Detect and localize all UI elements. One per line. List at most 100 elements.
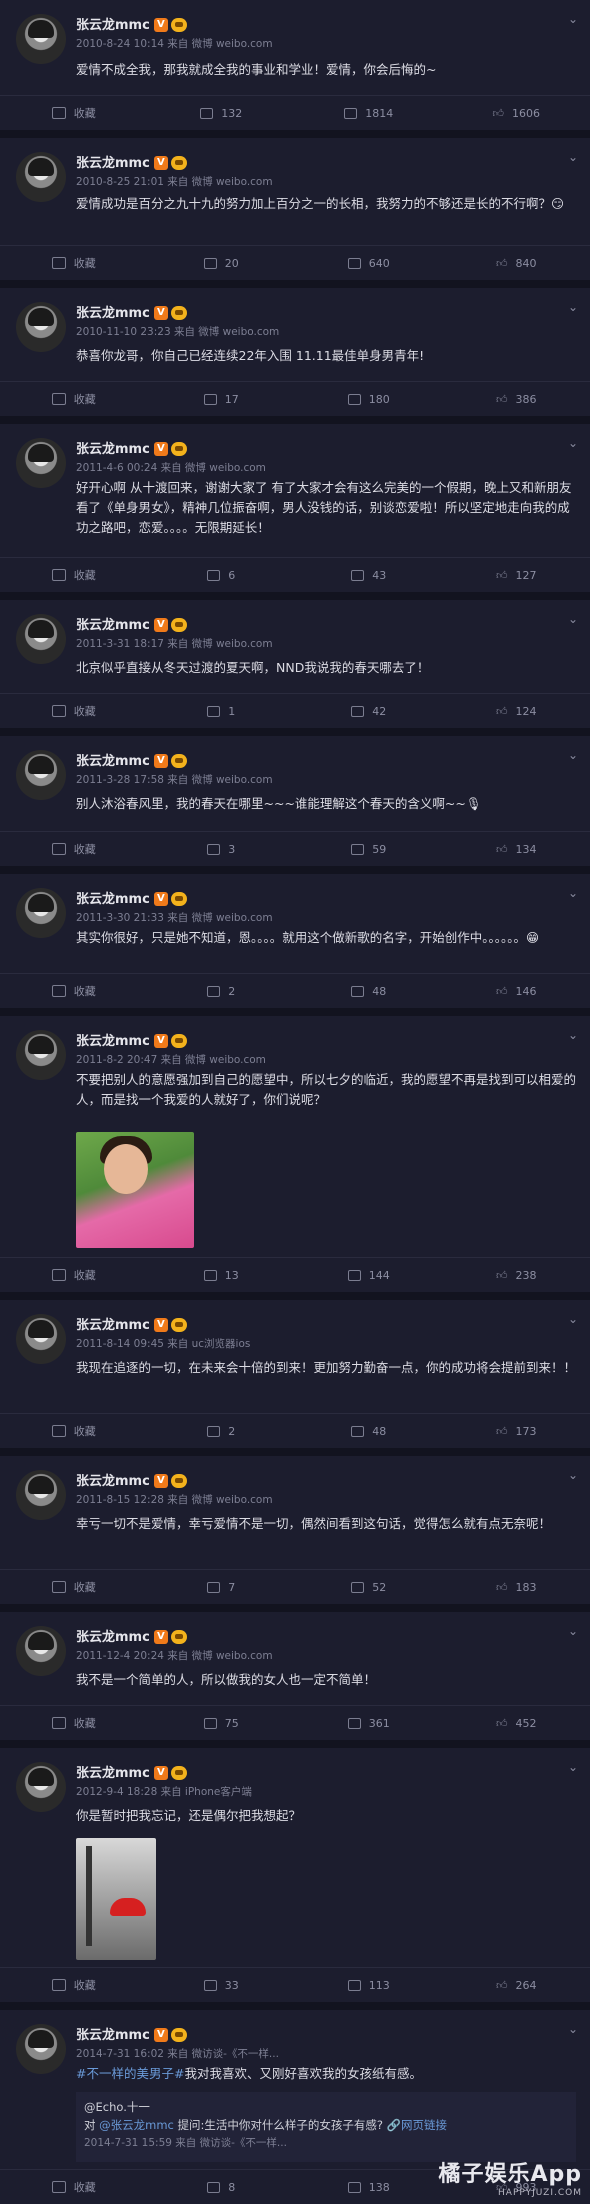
username[interactable]: 张云龙mmc <box>76 1762 150 1781</box>
repost-button[interactable]: 361 <box>295 1706 443 1740</box>
avatar[interactable] <box>16 750 66 800</box>
username[interactable]: 张云龙mmc <box>76 152 150 171</box>
username[interactable]: 张云龙mmc <box>76 1314 150 1333</box>
like-button[interactable]: 👍︎146 <box>443 974 590 1008</box>
comment-button[interactable]: 13 <box>148 1258 296 1292</box>
comment-button[interactable]: 33 <box>148 1968 296 2002</box>
repost-button[interactable]: 180 <box>295 382 443 416</box>
repost-author[interactable]: @Echo.十一 <box>84 2098 568 2116</box>
like-button[interactable]: 👍︎127 <box>443 558 590 592</box>
mention-link[interactable]: @张云龙mmc <box>99 2118 174 2132</box>
fav-button[interactable]: 收藏 <box>0 1706 148 1740</box>
avatar[interactable] <box>16 1470 66 1520</box>
fav-button[interactable]: 收藏 <box>0 2170 148 2204</box>
comment-button[interactable]: 6 <box>148 558 296 592</box>
repost-button[interactable]: 59 <box>295 832 443 866</box>
chevron-down-icon[interactable]: ⌄ <box>568 2022 578 2036</box>
repost-button[interactable]: 52 <box>295 1570 443 1604</box>
fav-button[interactable]: 收藏 <box>0 246 148 280</box>
chevron-down-icon[interactable]: ⌄ <box>568 150 578 164</box>
username[interactable]: 张云龙mmc <box>76 1626 150 1645</box>
username[interactable]: 张云龙mmc <box>76 1470 150 1489</box>
username[interactable]: 张云龙mmc <box>76 888 150 907</box>
fav-button[interactable]: 收藏 <box>0 1258 148 1292</box>
chevron-down-icon[interactable]: ⌄ <box>568 886 578 900</box>
fav-button[interactable]: 收藏 <box>0 96 148 130</box>
avatar[interactable] <box>16 888 66 938</box>
fav-button[interactable]: 收藏 <box>0 558 148 592</box>
repost-box[interactable]: @Echo.十一 对 @张云龙mmc 提问:生活中你对什么样子的女孩子有感? 🔗… <box>76 2092 576 2162</box>
avatar[interactable] <box>16 1030 66 1080</box>
comment-button[interactable]: 3 <box>148 832 296 866</box>
chevron-down-icon[interactable]: ⌄ <box>568 436 578 450</box>
fav-button[interactable]: 收藏 <box>0 1968 148 2002</box>
avatar[interactable] <box>16 2024 66 2074</box>
avatar[interactable] <box>16 1314 66 1364</box>
action-bar: 收藏 6 43 👍︎127 <box>0 557 590 592</box>
like-button[interactable]: 👍︎840 <box>443 246 590 280</box>
avatar[interactable] <box>16 152 66 202</box>
username[interactable]: 张云龙mmc <box>76 14 150 33</box>
fav-button[interactable]: 收藏 <box>0 1570 148 1604</box>
repost-button[interactable]: 1814 <box>295 96 443 130</box>
chevron-down-icon[interactable]: ⌄ <box>568 748 578 762</box>
like-button[interactable]: 👍︎183 <box>443 1570 590 1604</box>
web-link[interactable]: 🔗网页链接 <box>387 2118 447 2132</box>
chevron-down-icon[interactable]: ⌄ <box>568 612 578 626</box>
repost-button[interactable]: 144 <box>295 1258 443 1292</box>
like-button[interactable]: 👍︎1606 <box>443 96 590 130</box>
avatar[interactable] <box>16 302 66 352</box>
like-button[interactable]: 👍︎238 <box>443 1258 590 1292</box>
comment-button[interactable]: 17 <box>148 382 296 416</box>
avatar[interactable] <box>16 14 66 64</box>
post-photo[interactable] <box>76 1838 156 1960</box>
username[interactable]: 张云龙mmc <box>76 1030 150 1049</box>
fav-button[interactable]: 收藏 <box>0 832 148 866</box>
chevron-down-icon[interactable]: ⌄ <box>568 1028 578 1042</box>
chevron-down-icon[interactable]: ⌄ <box>568 1624 578 1638</box>
fav-button[interactable]: 收藏 <box>0 974 148 1008</box>
like-button[interactable]: 👍︎264 <box>443 1968 590 2002</box>
post-photo[interactable] <box>76 1132 194 1248</box>
repost-button[interactable]: 138 <box>295 2170 443 2204</box>
comment-button[interactable]: 75 <box>148 1706 296 1740</box>
like-button[interactable]: 👍︎124 <box>443 694 590 728</box>
username[interactable]: 张云龙mmc <box>76 750 150 769</box>
repost-button[interactable]: 48 <box>295 974 443 1008</box>
repost-button[interactable]: 48 <box>295 1414 443 1448</box>
repost-button[interactable]: 43 <box>295 558 443 592</box>
avatar[interactable] <box>16 614 66 664</box>
comment-button[interactable]: 7 <box>148 1570 296 1604</box>
username[interactable]: 张云龙mmc <box>76 2024 150 2043</box>
fav-button[interactable]: 收藏 <box>0 1414 148 1448</box>
comment-button[interactable]: 2 <box>148 974 296 1008</box>
avatar[interactable] <box>16 438 66 488</box>
comment-button[interactable]: 132 <box>148 96 296 130</box>
repost-icon <box>351 706 364 717</box>
repost-button[interactable]: 42 <box>295 694 443 728</box>
repost-button[interactable]: 640 <box>295 246 443 280</box>
avatar[interactable] <box>16 1762 66 1812</box>
like-button[interactable]: 👍︎452 <box>443 1706 590 1740</box>
username[interactable]: 张云龙mmc <box>76 302 150 321</box>
comment-button[interactable]: 20 <box>148 246 296 280</box>
username[interactable]: 张云龙mmc <box>76 614 150 633</box>
comment-button[interactable]: 2 <box>148 1414 296 1448</box>
like-button[interactable]: 👍︎173 <box>443 1414 590 1448</box>
chevron-down-icon[interactable]: ⌄ <box>568 12 578 26</box>
chevron-down-icon[interactable]: ⌄ <box>568 300 578 314</box>
fav-button[interactable]: 收藏 <box>0 382 148 416</box>
chevron-down-icon[interactable]: ⌄ <box>568 1312 578 1326</box>
chevron-down-icon[interactable]: ⌄ <box>568 1468 578 1482</box>
like-button[interactable]: 👍︎134 <box>443 832 590 866</box>
username[interactable]: 张云龙mmc <box>76 438 150 457</box>
fav-button[interactable]: 收藏 <box>0 694 148 728</box>
avatar[interactable] <box>16 1626 66 1676</box>
verified-badge-icon: V <box>154 892 168 906</box>
topic-link[interactable]: #不一样的美男子# <box>76 2066 184 2081</box>
comment-button[interactable]: 1 <box>148 694 296 728</box>
comment-button[interactable]: 8 <box>148 2170 296 2204</box>
like-button[interactable]: 👍︎386 <box>443 382 590 416</box>
repost-button[interactable]: 113 <box>295 1968 443 2002</box>
chevron-down-icon[interactable]: ⌄ <box>568 1760 578 1774</box>
